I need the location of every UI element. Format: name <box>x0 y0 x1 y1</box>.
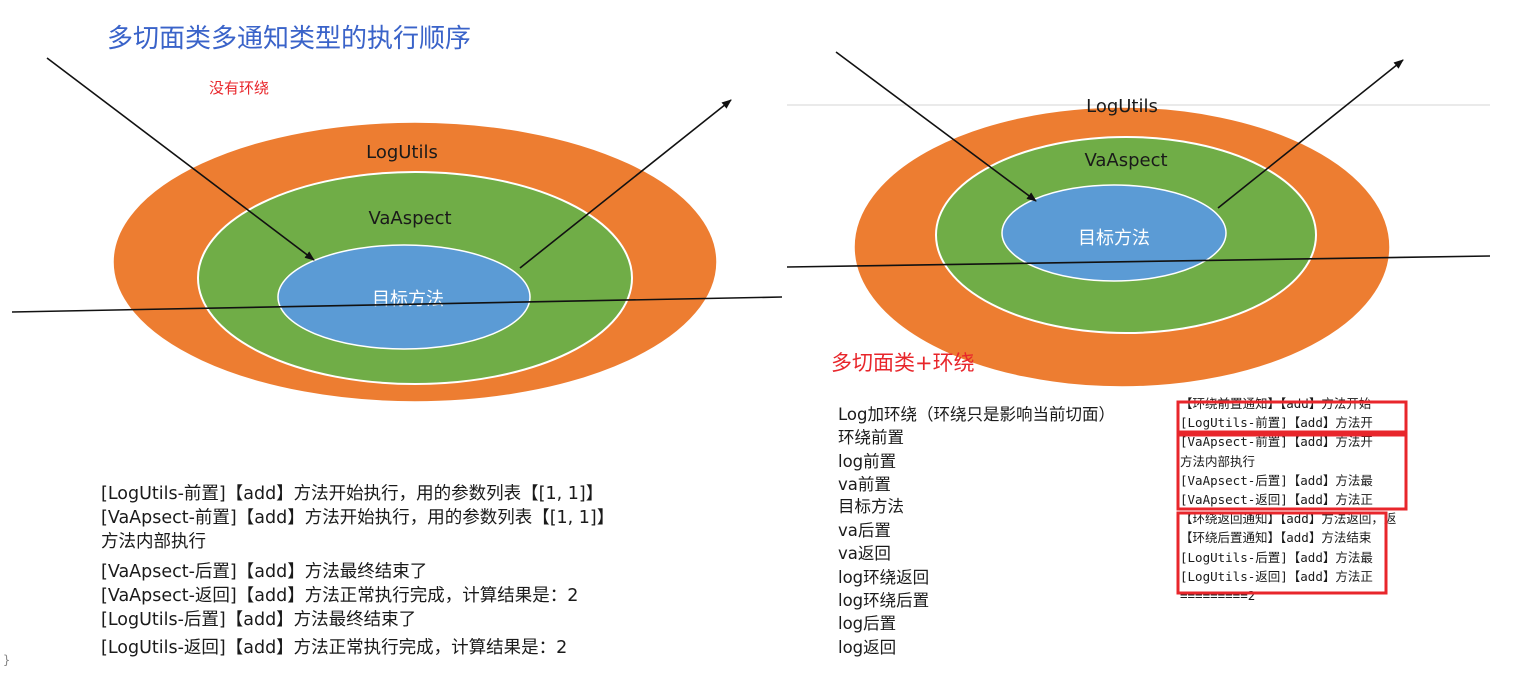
aop-order-diagram: 多切面类多通知类型的执行顺序 没有环绕 LogUtils VaAspect 目标… <box>3 24 1491 667</box>
sequence-item: Log加环绕（环绕只是影响当前切面） <box>838 405 1115 424</box>
left-outer-label: LogUtils <box>366 142 438 163</box>
sequence-item: 目标方法 <box>838 497 904 516</box>
sequence-item: log后置 <box>838 614 896 633</box>
left-log-output: [LogUtils-前置]【add】方法开始执行，用的参数列表【[1, 1]】 … <box>101 484 614 658</box>
log-line: 方法内部执行 <box>101 532 206 552</box>
left-core-label: 目标方法 <box>372 289 444 310</box>
sequence-item: log环绕后置 <box>838 591 929 610</box>
sequence-item: log前置 <box>838 452 896 471</box>
right-core-label: 目标方法 <box>1078 228 1150 249</box>
right-console-output: 【环绕前置通知】【add】方法开始 [LogUtils-前置]【add】方法开 … <box>1176 396 1408 603</box>
console-clip: 【环绕前置通知】【add】方法开始 [LogUtils-前置]【add】方法开 … <box>1180 396 1396 603</box>
sequence-item: log环绕返回 <box>838 568 929 587</box>
console-line: [LogUtils-后置]【add】方法最 <box>1180 550 1373 565</box>
log-line: [VaApsect-后置]【add】方法最终结束了 <box>101 562 427 582</box>
sequence-item: va前置 <box>838 475 891 494</box>
console-line: [VaApsect-后置]【add】方法最 <box>1180 473 1373 488</box>
console-line: =========2 <box>1180 588 1255 603</box>
no-around-note: 没有环绕 <box>209 79 269 97</box>
around-heading: 多切面类+环绕 <box>831 351 975 375</box>
sequence-item: va后置 <box>838 521 891 540</box>
page-title: 多切面类多通知类型的执行顺序 <box>107 24 471 54</box>
log-line: [VaApsect-返回]【add】方法正常执行完成，计算结果是：2 <box>101 586 578 606</box>
stray-brace: } <box>3 653 10 667</box>
right-middle-label: VaAspect <box>1084 150 1167 171</box>
right-outer-label: LogUtils <box>1086 96 1158 117</box>
log-line: [LogUtils-返回]【add】方法正常执行完成，计算结果是：2 <box>101 638 567 658</box>
sequence-item: va返回 <box>838 544 891 563</box>
log-line: [LogUtils-后置]【add】方法最终结束了 <box>101 610 416 630</box>
console-line: [VaApsect-返回]【add】方法正 <box>1180 492 1373 507</box>
log-line: [VaApsect-前置]【add】方法开始执行，用的参数列表【[1, 1]】 <box>101 508 614 528</box>
log-line: [LogUtils-前置]【add】方法开始执行，用的参数列表【[1, 1]】 <box>101 484 603 504</box>
right-sequence-list: Log加环绕（环绕只是影响当前切面） 环绕前置 log前置 va前置 目标方法 … <box>838 405 1115 657</box>
console-line: 方法内部执行 <box>1180 454 1255 469</box>
sequence-item: 环绕前置 <box>838 428 904 447</box>
sequence-item: log返回 <box>838 638 896 657</box>
console-line: [LogUtils-返回]【add】方法正 <box>1180 569 1373 584</box>
console-line: 【环绕后置通知】【add】方法结束 <box>1180 530 1372 545</box>
console-line: [LogUtils-前置]【add】方法开 <box>1180 415 1373 430</box>
left-middle-label: VaAspect <box>368 208 451 229</box>
